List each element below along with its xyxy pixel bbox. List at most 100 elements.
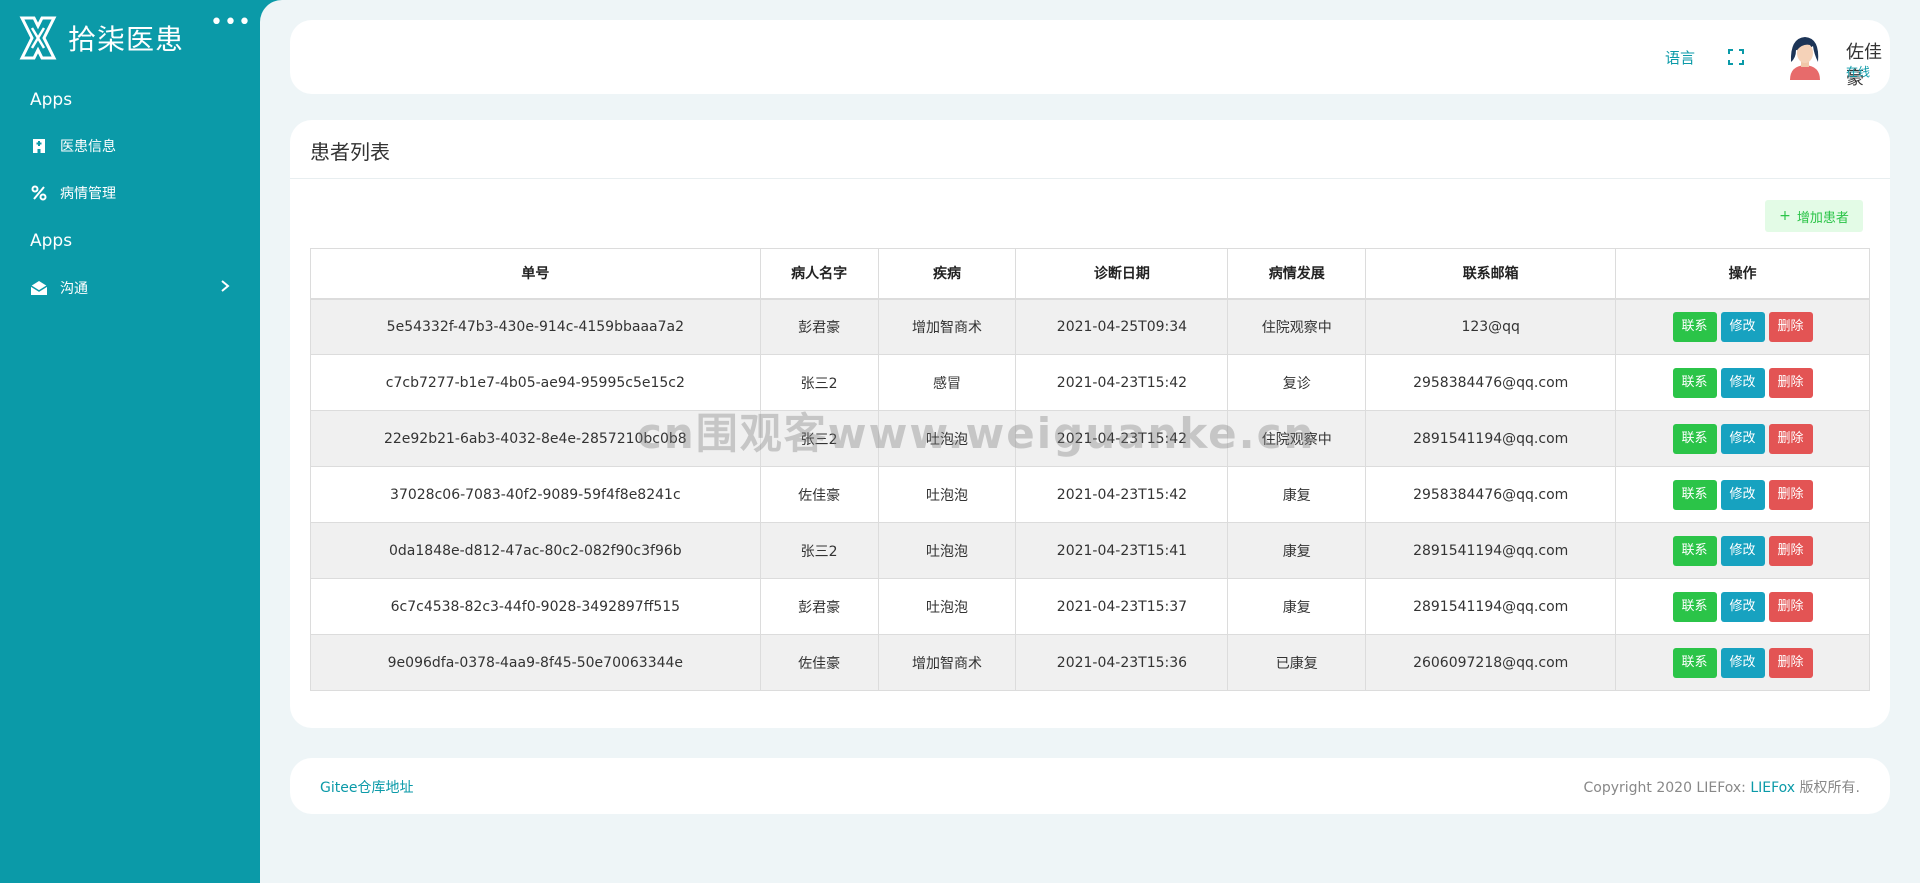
contact-button[interactable]: 联系 (1672, 367, 1717, 398)
edit-button[interactable]: 修改 (1720, 367, 1765, 398)
cell-progress: 已康复 (1227, 634, 1367, 691)
delete-button[interactable]: 删除 (1768, 647, 1813, 678)
cell-progress: 康复 (1227, 522, 1367, 579)
cell-progress: 康复 (1227, 578, 1367, 635)
cell-email: 2958384476@qq.com (1365, 354, 1617, 411)
cell-email: 2958384476@qq.com (1365, 466, 1617, 523)
gitee-link[interactable]: Gitee仓库地址 (320, 777, 413, 797)
cell-name: 张三2 (759, 522, 879, 579)
cell-name: 彭君豪 (759, 298, 879, 355)
cell-date: 2021-04-23T15:42 (1015, 466, 1229, 523)
delete-button[interactable]: 删除 (1768, 591, 1813, 622)
divider (290, 178, 1890, 179)
patient-list-card: 患者列表 + 增加患者 单号 病人名字 疾病 诊断日期 病情发展 联系邮箱 操作 (290, 120, 1890, 728)
cell-actions: 联系 修改 删除 (1615, 298, 1870, 355)
fullscreen-icon[interactable] (1728, 49, 1744, 69)
edit-button[interactable]: 修改 (1720, 591, 1765, 622)
table-row: 5e54332f-47b3-430e-914c-4159bbaaa7a2 彭君豪增… (310, 298, 1870, 355)
cell-name: 彭君豪 (759, 578, 879, 635)
cell-date: 2021-04-23T15:37 (1015, 578, 1229, 635)
language-link[interactable]: 语言 (1665, 47, 1695, 68)
nav-heading-apps: Apps (30, 90, 73, 110)
sidebar-item-label: 医患信息 (60, 139, 116, 155)
avatar[interactable] (1780, 32, 1830, 82)
copyright-suffix: 版权所有. (1795, 780, 1860, 796)
cell-email: 2891541194@qq.com (1365, 522, 1617, 579)
contact-button[interactable]: 联系 (1672, 479, 1717, 510)
edit-button[interactable]: 修改 (1720, 479, 1765, 510)
more-menu-icon[interactable]: ••• (210, 10, 252, 35)
cell-progress: 住院观察中 (1227, 298, 1367, 355)
cell-date: 2021-04-25T09:34 (1015, 298, 1229, 355)
sidebar-item-label: 沟通 (60, 281, 88, 297)
sidebar: 拾柒医患 ••• Apps 医患信息 病情管理 Apps 沟通 (0, 0, 260, 883)
nav-heading-apps: Apps (30, 231, 73, 251)
cell-date: 2021-04-23T15:42 (1015, 410, 1229, 467)
sidebar-item-label: 病情管理 (60, 186, 116, 202)
percent-icon (30, 184, 48, 202)
contact-button[interactable]: 联系 (1672, 311, 1717, 342)
add-patient-label: 增加患者 (1796, 210, 1849, 226)
sidebar-item-patient-info[interactable]: 医患信息 (30, 131, 230, 161)
footer: Gitee仓库地址 Copyright 2020 LIEFox: LIEFox … (290, 758, 1890, 814)
top-bar: 语言 佐佳豪 在线 (290, 20, 1890, 94)
cell-disease: 吐泡泡 (877, 578, 1017, 635)
contact-button[interactable]: 联系 (1672, 535, 1717, 566)
cell-id: c7cb7277-b1e7-4b05-ae94-95995c5e15c2 (310, 354, 761, 411)
table-row: 22e92b21-6ab3-4032-8e4e-2857210bc0b8 张三2 吐… (310, 410, 1870, 467)
hospital-icon (30, 137, 48, 155)
cell-email: 2891541194@qq.com (1365, 410, 1617, 467)
add-patient-button[interactable]: + 增加患者 (1765, 200, 1863, 232)
contact-button[interactable]: 联系 (1672, 591, 1717, 622)
liefox-link[interactable]: LIEFox (1750, 780, 1795, 796)
cell-disease: 吐泡泡 (877, 466, 1017, 523)
page-title: 患者列表 (310, 140, 390, 164)
cell-name: 张三2 (759, 410, 879, 467)
delete-button[interactable]: 删除 (1768, 311, 1813, 342)
cell-disease: 感冒 (877, 354, 1017, 411)
chevron-right-icon (220, 279, 230, 297)
cell-progress: 复诊 (1227, 354, 1367, 411)
patient-table: 单号 病人名字 疾病 诊断日期 病情发展 联系邮箱 操作 5e54332f-47… (310, 248, 1870, 691)
copyright: Copyright 2020 LIEFox: LIEFox 版权所有. (1583, 777, 1860, 797)
cell-name: 佐佳豪 (759, 634, 879, 691)
cell-disease: 吐泡泡 (877, 410, 1017, 467)
cell-id: 22e92b21-6ab3-4032-8e4e-2857210bc0b8 (310, 410, 761, 467)
cell-actions: 联系 修改 删除 (1615, 354, 1870, 411)
cell-actions: 联系 修改 删除 (1615, 522, 1870, 579)
cell-progress: 住院观察中 (1227, 410, 1367, 467)
contact-button[interactable]: 联系 (1672, 647, 1717, 678)
sidebar-item-communication[interactable]: 沟通 (30, 273, 230, 303)
column-header-actions: 操作 (1615, 248, 1870, 300)
cell-id: 9e096dfa-0378-4aa9-8f45-50e70063344e (310, 634, 761, 691)
cell-date: 2021-04-23T15:42 (1015, 354, 1229, 411)
cell-disease: 增加智商术 (877, 298, 1017, 355)
cell-actions: 联系 修改 删除 (1615, 466, 1870, 523)
cell-email: 2891541194@qq.com (1365, 578, 1617, 635)
edit-button[interactable]: 修改 (1720, 535, 1765, 566)
table-row: c7cb7277-b1e7-4b05-ae94-95995c5e15c2 张三2 感… (310, 354, 1870, 411)
table-row: 9e096dfa-0378-4aa9-8f45-50e70063344e 佐佳豪增… (310, 634, 1870, 691)
edit-button[interactable]: 修改 (1720, 311, 1765, 342)
column-header-email: 联系邮箱 (1365, 248, 1617, 300)
table-row: 37028c06-7083-40f2-9089-59f4f8e8241c 佐佳豪吐… (310, 466, 1870, 523)
edit-button[interactable]: 修改 (1720, 423, 1765, 454)
sidebar-item-condition-management[interactable]: 病情管理 (30, 178, 230, 208)
cell-disease: 增加智商术 (877, 634, 1017, 691)
column-header-date: 诊断日期 (1015, 248, 1229, 300)
column-header-id: 单号 (310, 248, 761, 300)
contact-button[interactable]: 联系 (1672, 423, 1717, 454)
table-header-row: 单号 病人名字 疾病 诊断日期 病情发展 联系邮箱 操作 (310, 248, 1870, 300)
cell-id: 5e54332f-47b3-430e-914c-4159bbaaa7a2 (310, 298, 761, 355)
edit-button[interactable]: 修改 (1720, 647, 1765, 678)
cell-id: 6c7c4538-82c3-44f0-9028-3492897ff515 (310, 578, 761, 635)
delete-button[interactable]: 删除 (1768, 535, 1813, 566)
cell-actions: 联系 修改 删除 (1615, 410, 1870, 467)
cell-date: 2021-04-23T15:41 (1015, 522, 1229, 579)
cell-progress: 康复 (1227, 466, 1367, 523)
column-header-disease: 疾病 (877, 248, 1017, 300)
delete-button[interactable]: 删除 (1768, 423, 1813, 454)
delete-button[interactable]: 删除 (1768, 479, 1813, 510)
cell-email: 123@qq (1365, 298, 1617, 355)
delete-button[interactable]: 删除 (1768, 367, 1813, 398)
